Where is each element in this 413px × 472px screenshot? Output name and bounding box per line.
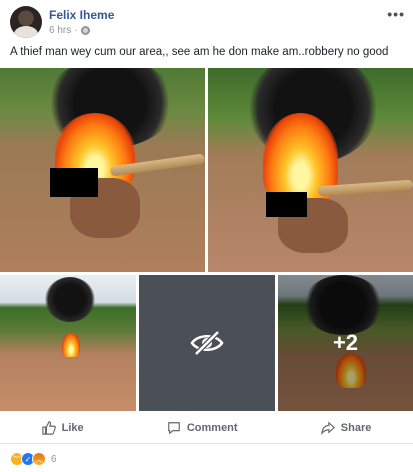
post-photo-3[interactable] xyxy=(0,275,136,411)
thumbs-up-icon xyxy=(41,420,56,435)
post-actions: Like Comment Share xyxy=(0,412,413,444)
meta-separator: · xyxy=(74,25,78,36)
more-photos-overlay[interactable]: +2 xyxy=(278,275,413,411)
comment-label: Comment xyxy=(186,421,238,434)
post-photo-2[interactable] xyxy=(208,68,413,272)
smoke xyxy=(45,277,95,322)
post-photo-4-hidden[interactable] xyxy=(139,275,275,411)
more-photos-count: +2 xyxy=(332,330,359,355)
hidden-eye-icon xyxy=(190,330,224,356)
share-button[interactable]: Share xyxy=(320,420,372,435)
fire xyxy=(62,333,80,357)
post-header: Felix Iheme 6 hrs · ••• xyxy=(0,0,413,40)
more-options-icon[interactable]: ••• xyxy=(387,6,405,22)
angry-reaction-icon: ︿ xyxy=(32,452,46,466)
censor-block xyxy=(266,192,307,217)
post-photo-5[interactable]: +2 xyxy=(278,275,413,411)
reactions-summary[interactable]: ︶ ✓ ︿ 6 xyxy=(10,452,57,466)
post-photo-1[interactable] xyxy=(0,68,205,272)
like-label: Like xyxy=(61,421,84,434)
reaction-count: 6 xyxy=(51,453,57,465)
post-meta: 6 hrs · xyxy=(49,25,90,36)
share-label: Share xyxy=(340,421,372,434)
censor-block xyxy=(50,168,98,197)
avatar[interactable] xyxy=(10,6,42,38)
like-button[interactable]: Like xyxy=(41,420,84,435)
share-icon xyxy=(320,420,335,435)
comment-icon xyxy=(168,421,180,434)
author-name[interactable]: Felix Iheme xyxy=(49,8,114,22)
comment-button[interactable]: Comment xyxy=(167,421,238,435)
post-caption: A thief man wey cum our area,, see am he… xyxy=(10,46,389,58)
globe-icon xyxy=(80,26,90,35)
post-time[interactable]: 6 hrs xyxy=(49,25,71,36)
